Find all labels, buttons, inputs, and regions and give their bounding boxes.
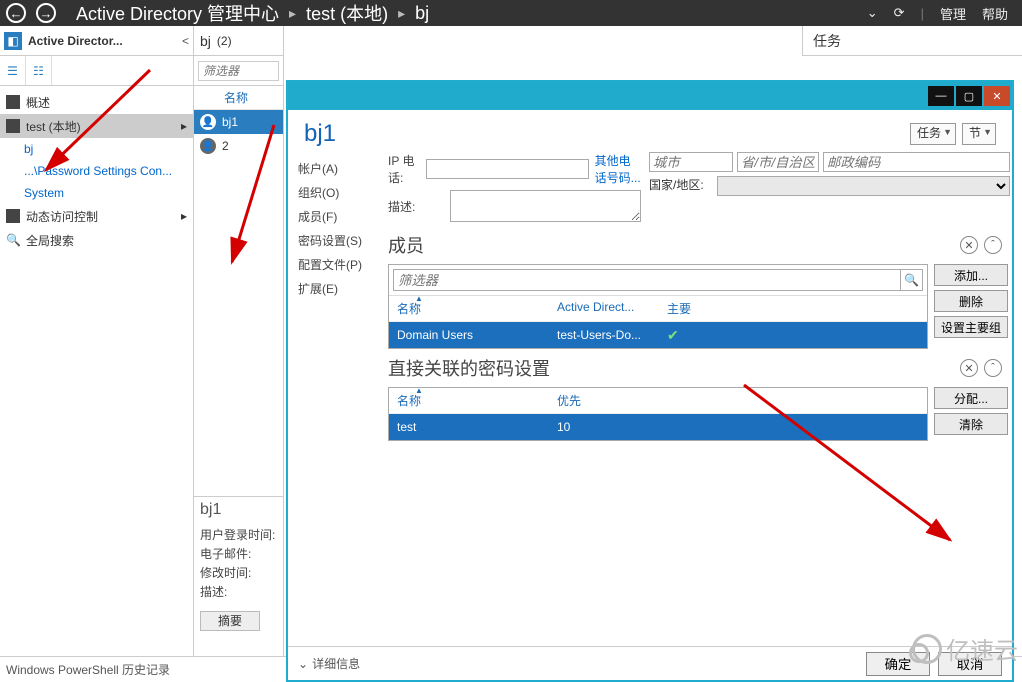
app-title: Active Directory 管理中心 xyxy=(76,0,279,26)
refresh-icon[interactable]: ⟳ xyxy=(894,5,905,21)
tasks-panel-header[interactable]: 任务 xyxy=(802,26,1022,56)
set-main-group-button[interactable]: 设置主要组 xyxy=(934,316,1008,338)
crumb-2[interactable]: bj xyxy=(415,3,429,24)
tree-link-system[interactable]: System xyxy=(24,182,193,204)
object-list-panel: bj (2) 名称 👤 bj1 👤 2 bj1 用户登录时间: 电子邮件: 修改… xyxy=(194,26,284,656)
chevron-right-icon[interactable]: ▸ xyxy=(181,209,187,223)
breadcrumb: Active Directory 管理中心 ▸ test (本地) ▸ bj xyxy=(76,0,429,26)
help-link[interactable]: 帮助 xyxy=(982,4,1008,23)
add-button[interactable]: 添加... xyxy=(934,264,1008,286)
chevron-down-icon: ⌄ xyxy=(298,657,308,671)
province-input[interactable] xyxy=(737,152,819,172)
nav-org[interactable]: 组织(O) xyxy=(288,180,384,204)
tree-link-pwd-settings[interactable]: ...\Password Settings Con... xyxy=(24,160,193,182)
col-name[interactable]: 名称 xyxy=(397,392,557,409)
col-priority[interactable]: 优先 xyxy=(557,392,667,409)
tree-domain-node[interactable]: test (本地) ▸ xyxy=(0,114,193,138)
section-nav: 帐户(A) 组织(O) 成员(F) 密码设置(S) 配置文件(P) 扩展(E) xyxy=(288,152,384,646)
city-input[interactable] xyxy=(649,152,733,172)
chevron-right-icon: ▸ xyxy=(398,5,405,22)
manage-link[interactable]: 管理 xyxy=(940,4,966,23)
watermark: 亿速云 xyxy=(912,631,1018,666)
close-section-icon[interactable]: ✕ xyxy=(960,359,978,377)
col-name-header[interactable]: 名称 xyxy=(224,89,248,106)
country-select[interactable] xyxy=(717,176,1010,196)
list-view-icon[interactable]: ☰ xyxy=(0,56,26,85)
dialog-titlebar: — ▢ ✕ xyxy=(288,82,1012,110)
col-name[interactable]: 名称 xyxy=(397,300,557,317)
tasks-dropdown[interactable]: 任务 xyxy=(910,123,956,145)
preview-pane: bj1 用户登录时间: 电子邮件: 修改时间: 描述: 摘要 xyxy=(194,496,283,656)
ip-phone-input[interactable] xyxy=(426,159,589,179)
sidebar-title: Active Director... xyxy=(28,34,176,48)
user-icon: 👤 xyxy=(200,138,216,154)
close-button[interactable]: ✕ xyxy=(984,86,1010,106)
members-filter-input[interactable] xyxy=(393,269,901,291)
node-icon xyxy=(6,95,20,109)
col-main[interactable]: 主要 xyxy=(667,300,727,317)
check-icon: ✔ xyxy=(667,327,727,344)
node-icon xyxy=(6,209,20,223)
search-icon[interactable]: 🔍 xyxy=(901,269,923,291)
collapse-section-icon[interactable]: ˆ xyxy=(984,236,1002,254)
maximize-button[interactable]: ▢ xyxy=(956,86,982,106)
tree-link-bj[interactable]: bj xyxy=(24,138,193,160)
section-pwd-title: 直接关联的密码设置 xyxy=(388,355,954,381)
chevron-right-icon: ▸ xyxy=(289,5,296,22)
col-ad[interactable]: Active Direct... xyxy=(557,300,667,317)
nav-member[interactable]: 成员(F) xyxy=(288,204,384,228)
list-count: (2) xyxy=(217,34,232,48)
section-dropdown[interactable]: 节 xyxy=(962,123,996,145)
divider: | xyxy=(921,6,924,21)
nav-account[interactable]: 帐户(A) xyxy=(288,156,384,180)
preview-title: bj1 xyxy=(200,501,277,519)
assign-button[interactable]: 分配... xyxy=(934,387,1008,409)
nav-forward-button[interactable]: → xyxy=(32,1,60,25)
properties-dialog: — ▢ ✕ bj1 任务 节 帐户(A) 组织(O) 成员(F) 密码设置(S)… xyxy=(286,80,1014,682)
title-bar: ← → Active Directory 管理中心 ▸ test (本地) ▸ … xyxy=(0,0,1022,26)
list-filter-input[interactable] xyxy=(198,61,279,81)
pwd-table: 名称 优先 test 10 xyxy=(388,387,928,441)
country-label: 国家/地区: xyxy=(649,176,713,196)
list-title: bj xyxy=(200,33,211,49)
nav-sidebar: ◧ Active Director... < ☰ ☷ 概述 test (本地) … xyxy=(0,26,194,656)
section-members-title: 成员 xyxy=(388,232,954,258)
chevron-right-icon[interactable]: ▸ xyxy=(181,119,187,133)
tree-global-search[interactable]: 🔍 全局搜索 xyxy=(0,228,193,252)
user-icon: 👤 xyxy=(200,114,216,130)
crumb-1[interactable]: test (本地) xyxy=(306,0,388,26)
chevron-down-icon[interactable]: ⌄ xyxy=(867,5,878,21)
dialog-title: bj1 xyxy=(304,120,904,148)
tree-view-icon[interactable]: ☷ xyxy=(26,56,52,85)
node-icon xyxy=(6,119,20,133)
nav-profile[interactable]: 配置文件(P) xyxy=(288,252,384,276)
collapse-section-icon[interactable]: ˆ xyxy=(984,359,1002,377)
delete-button[interactable]: 删除 xyxy=(934,290,1008,312)
watermark-icon xyxy=(912,634,942,664)
nav-password[interactable]: 密码设置(S) xyxy=(288,228,384,252)
nav-extensions[interactable]: 扩展(E) xyxy=(288,276,384,300)
details-expander[interactable]: ⌄ 详细信息 xyxy=(298,655,360,672)
postal-input[interactable] xyxy=(823,152,1010,172)
ip-phone-label: IP 电话: xyxy=(388,152,420,186)
members-table: 🔍 名称 Active Direct... 主要 Domain Users te… xyxy=(388,264,928,349)
nav-back-button[interactable]: ← xyxy=(2,1,30,25)
list-item[interactable]: 👤 bj1 xyxy=(194,110,283,134)
tree-overview[interactable]: 概述 xyxy=(0,90,193,114)
table-row[interactable]: test 10 xyxy=(389,414,927,440)
close-section-icon[interactable]: ✕ xyxy=(960,236,978,254)
app-icon: ◧ xyxy=(4,32,22,50)
table-row[interactable]: Domain Users test-Users-Do... ✔ xyxy=(389,322,927,348)
other-phone-link[interactable]: 其他电话号码... xyxy=(595,152,641,186)
tree-dynamic-access[interactable]: 动态访问控制 ▸ xyxy=(0,204,193,228)
desc-textarea[interactable] xyxy=(450,190,641,222)
list-item[interactable]: 👤 2 xyxy=(194,134,283,158)
summary-button[interactable]: 摘要 xyxy=(200,611,260,631)
clear-button[interactable]: 清除 xyxy=(934,413,1008,435)
search-icon: 🔍 xyxy=(6,233,20,247)
minimize-button[interactable]: — xyxy=(928,86,954,106)
collapse-icon[interactable]: < xyxy=(182,34,189,48)
desc-label: 描述: xyxy=(388,198,444,215)
